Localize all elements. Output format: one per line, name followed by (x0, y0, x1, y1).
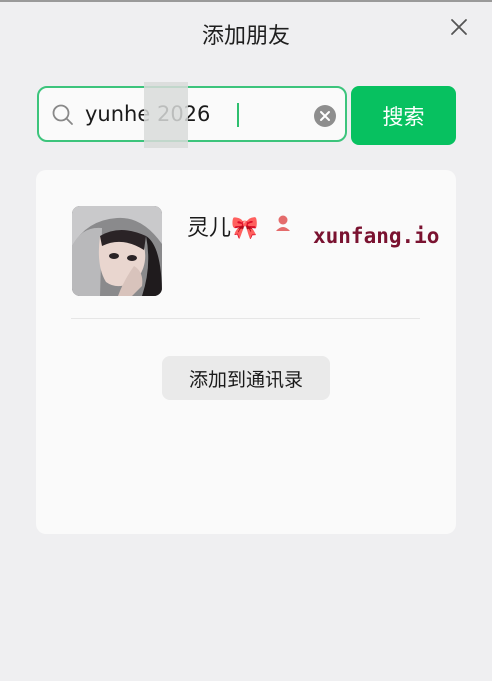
search-input[interactable] (85, 88, 301, 140)
close-button[interactable] (447, 15, 471, 39)
avatar-image (72, 206, 162, 296)
search-result-card: 灵儿🎀 xunfang.io 添加到通讯录 (36, 170, 456, 534)
clear-icon[interactable] (313, 104, 337, 128)
watermark-text: xunfang.io (313, 224, 440, 248)
redaction-mask (144, 82, 188, 148)
close-icon (451, 19, 467, 35)
add-to-contacts-button[interactable]: 添加到通讯录 (162, 356, 330, 400)
divider (71, 318, 420, 319)
search-box[interactable] (37, 82, 347, 148)
search-button[interactable]: 搜索 (351, 86, 456, 145)
text-cursor (237, 103, 239, 127)
window-top-border (0, 0, 492, 2)
search-icon (52, 104, 73, 125)
window-title: 添加朋友 (201, 24, 290, 49)
avatar[interactable] (72, 206, 162, 296)
contact-name: 灵儿🎀 (187, 216, 259, 241)
female-icon (276, 215, 290, 231)
